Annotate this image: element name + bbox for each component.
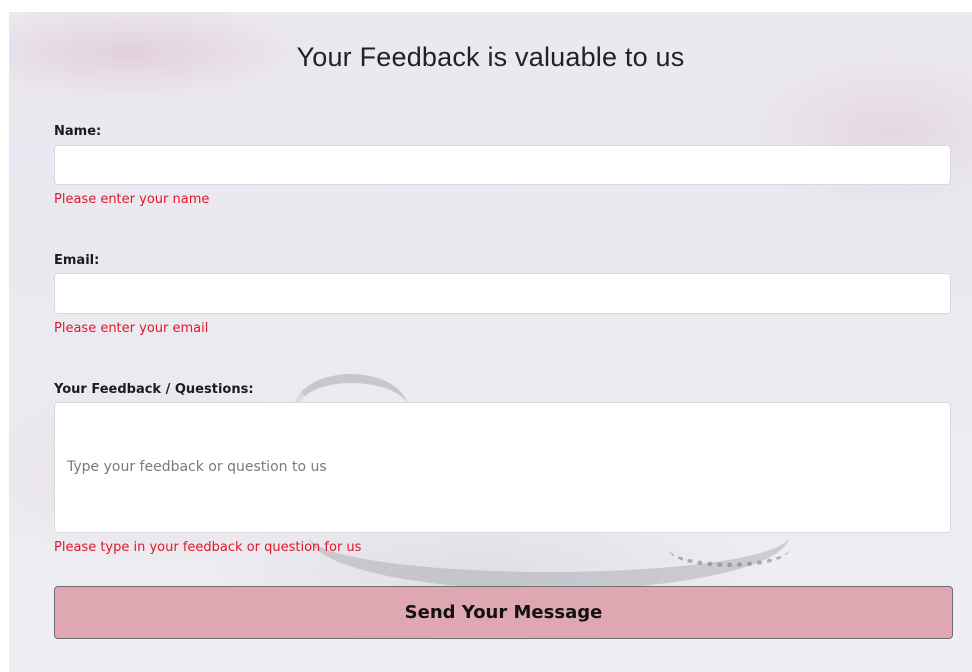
- feedback-error: Please type in your feedback or question…: [54, 540, 362, 555]
- page-title: Your Feedback is valuable to us: [296, 42, 685, 72]
- ring-photo-sparkle: [669, 532, 789, 567]
- name-input[interactable]: [54, 145, 951, 185]
- email-error: Please enter your email: [54, 321, 209, 336]
- email-label: Email:: [54, 253, 100, 268]
- name-error: Please enter your name: [54, 192, 210, 207]
- feedback-label: Your Feedback / Questions:: [54, 382, 254, 397]
- email-input[interactable]: [54, 273, 951, 314]
- feedback-textarea[interactable]: [54, 402, 951, 533]
- name-label: Name:: [54, 124, 102, 139]
- send-message-button[interactable]: Send Your Message: [54, 586, 953, 639]
- feedback-panel: Your Feedback is valuable to us Name: Pl…: [9, 12, 972, 672]
